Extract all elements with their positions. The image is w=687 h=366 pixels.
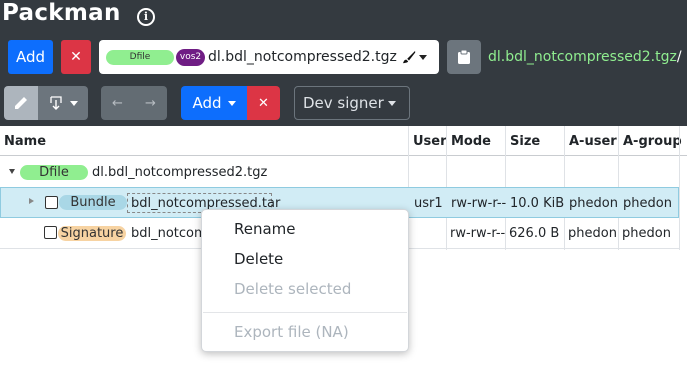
file-agroup: phedon — [623, 196, 672, 211]
app-title: Packman — [2, 0, 121, 26]
download-dropdown[interactable] — [38, 86, 88, 120]
column-divider — [679, 126, 680, 250]
clipboard-icon — [458, 49, 470, 64]
add-package-button[interactable]: Add — [8, 40, 53, 74]
collapse-caret-icon[interactable] — [29, 198, 34, 204]
root-name: dl.bdl_notcompressed2.tgz — [92, 165, 268, 180]
col-agroup[interactable]: A-group — [623, 134, 682, 149]
file-auser: phedon — [569, 196, 618, 211]
col-size[interactable]: Size — [510, 134, 540, 149]
col-auser[interactable]: A-user — [569, 134, 617, 149]
package-select[interactable]: Dfile vos2 dl.bdl_notcompressed2.tgz — [99, 40, 439, 74]
bundle-badge: Bundle — [59, 195, 127, 210]
file-user: usr1 — [414, 196, 443, 211]
chevron-down-icon — [418, 54, 427, 60]
file-agroup: phedon — [622, 226, 671, 241]
col-user[interactable]: User — [413, 134, 447, 149]
menu-item-rename[interactable]: Rename — [234, 220, 296, 238]
row-checkbox[interactable] — [45, 196, 58, 209]
chevron-down-icon — [70, 100, 78, 106]
col-name[interactable]: Name — [4, 134, 46, 149]
table-header: Name User Mode Size A-user A-group — [0, 126, 687, 156]
chevron-down-icon — [227, 100, 236, 106]
dfile-badge: Dfile — [20, 165, 88, 180]
file-size: 626.0 B — [509, 226, 560, 241]
signer-label: Dev signer — [303, 94, 384, 112]
add-file-label: Add — [192, 94, 222, 112]
remove-package-button[interactable]: ✕ — [61, 40, 91, 74]
menu-item-export: Export file (NA) — [234, 323, 349, 341]
forward-button[interactable]: → — [134, 86, 167, 120]
signer-select[interactable]: Dev signer — [294, 86, 410, 120]
clipboard-button[interactable] — [447, 40, 481, 74]
os-badge: vos2 — [176, 48, 205, 66]
expand-caret-icon[interactable] — [9, 169, 15, 174]
menu-divider — [203, 312, 407, 313]
context-menu: Rename Delete Delete selected Export fil… — [201, 209, 409, 352]
current-path: dl.bdl_notcompressed2.tgz/ — [488, 49, 682, 65]
remove-file-button[interactable]: ✕ — [247, 86, 280, 120]
dfile-badge: Dfile — [106, 49, 174, 65]
edit-mode-toggle[interactable] — [4, 86, 38, 120]
tree-root-row[interactable]: Dfile dl.bdl_notcompressed2.tgz — [0, 157, 679, 188]
path-segment[interactable]: dl.bdl_notcompressed2.tgz — [488, 49, 677, 65]
col-mode[interactable]: Mode — [451, 134, 491, 149]
package-name: dl.bdl_notcompressed2.tgz — [208, 49, 397, 65]
info-icon[interactable]: i — [137, 8, 155, 26]
file-name[interactable]: bdl_notcom — [131, 226, 207, 241]
menu-item-delete-selected: Delete selected — [234, 280, 352, 298]
file-mode: rw-rw-r-- — [451, 196, 507, 211]
file-auser: phedon — [568, 226, 617, 241]
pencil-icon — [15, 97, 27, 109]
path-separator: / — [676, 49, 682, 65]
file-mode: rw-rw-r-- — [450, 226, 506, 241]
download-icon — [50, 96, 62, 110]
chevron-down-icon — [387, 100, 396, 106]
top-toolbar: Packman i Add ✕ Dfile vos2 dl.bdl_notcom… — [0, 0, 687, 126]
back-button[interactable]: ← — [101, 86, 134, 120]
add-file-button[interactable]: Add — [181, 86, 247, 120]
menu-item-delete[interactable]: Delete — [234, 250, 283, 268]
signature-badge: Signature — [58, 226, 126, 241]
file-size: 10.0 KiB — [510, 196, 565, 211]
brush-icon[interactable] — [402, 50, 416, 64]
row-checkbox[interactable] — [44, 226, 57, 239]
